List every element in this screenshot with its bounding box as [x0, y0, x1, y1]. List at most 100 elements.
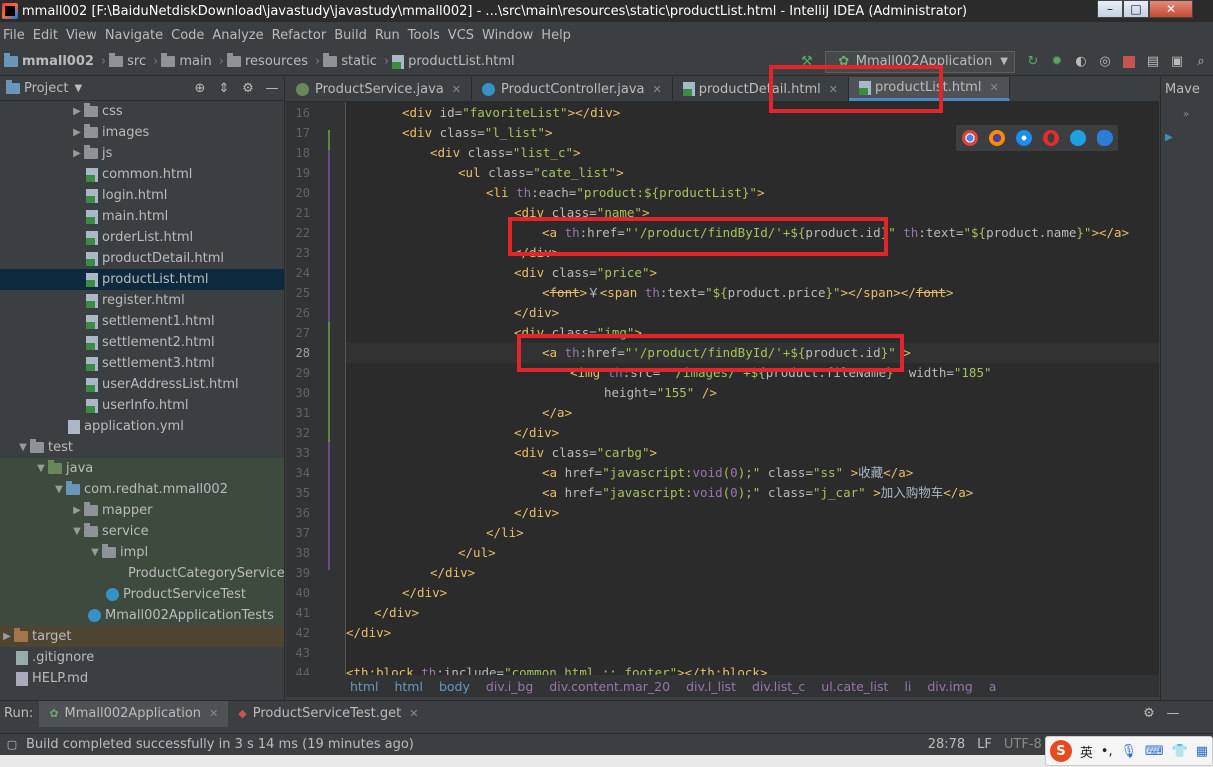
project-tree-item[interactable]: ▼ service	[0, 521, 284, 542]
chevron-down-icon[interactable]: ▼	[16, 442, 30, 453]
code-line[interactable]: height="155" />	[346, 383, 1159, 403]
project-tree-item[interactable]: register.html	[0, 290, 284, 311]
code-line[interactable]: </div>	[346, 303, 1159, 323]
code-line[interactable]: <li th:each="product:${productList}">	[346, 183, 1159, 203]
editor-tab[interactable]: productDetail.html ✕	[673, 77, 849, 101]
menu-item-analyze[interactable]: Analyze	[209, 28, 268, 43]
sogou-icon[interactable]: S	[1049, 740, 1072, 762]
project-tree-item[interactable]: productDetail.html	[0, 248, 284, 269]
editor-tab[interactable]: ProductService.java ✕	[286, 77, 472, 101]
project-tree-item[interactable]: ▶ mapper	[0, 500, 284, 521]
code-line[interactable]: </ul>	[346, 543, 1159, 563]
html-breadcrumb-item[interactable]: div.img	[927, 679, 972, 694]
project-tree-item[interactable]: ▶ target	[0, 626, 284, 647]
menu-item-vcs[interactable]: VCS	[445, 28, 479, 43]
close-button[interactable]: ✕	[1149, 0, 1193, 18]
expand-icon[interactable]: »	[1161, 102, 1213, 127]
code-line[interactable]: <div class="carbg">	[346, 443, 1159, 463]
chevron-right-icon[interactable]: ▶	[70, 127, 84, 138]
project-title[interactable]: Project	[24, 81, 68, 96]
nav-crumb[interactable]: productList.html	[392, 54, 515, 69]
menu-item-code[interactable]: Code	[168, 28, 209, 43]
code-line[interactable]: </div>	[346, 603, 1159, 623]
html-breadcrumb-item[interactable]: a	[989, 679, 997, 694]
chevron-right-icon[interactable]: ▶	[70, 148, 84, 159]
code-line[interactable]: <font>￥<span th:text="${product.price}">…	[346, 283, 1159, 303]
project-tree-item[interactable]: ProductCategoryService	[0, 563, 284, 584]
run-tab[interactable]: ✿ Mmall002Application ✕	[39, 700, 229, 727]
internet-explorer-icon[interactable]	[1069, 130, 1086, 146]
project-tree-item[interactable]: orderList.html	[0, 227, 284, 248]
chevron-right-icon[interactable]: ▶	[0, 631, 14, 642]
html-breadcrumb-item[interactable]: html	[394, 679, 422, 694]
chevron-right-icon[interactable]: ▶	[70, 106, 84, 117]
project-tree-item[interactable]: userInfo.html	[0, 395, 284, 416]
project-tree-item[interactable]: ▶ images	[0, 122, 284, 143]
html-breadcrumb-item[interactable]: div.i_bg	[486, 679, 533, 694]
maven-tab-label[interactable]: Mave	[1161, 77, 1213, 102]
panel-toggle-icon[interactable]: ▢	[2, 735, 22, 755]
project-structure-icon[interactable]: ▤	[1143, 52, 1163, 72]
search-icon[interactable]: ⌕	[1191, 52, 1211, 72]
chevron-right-icon[interactable]: ▶	[70, 505, 84, 516]
opera-icon[interactable]	[1042, 130, 1059, 146]
rerun-icon[interactable]: ↻	[1023, 52, 1043, 72]
code-line[interactable]: </div>	[346, 503, 1159, 523]
nav-crumb[interactable]: static	[323, 53, 377, 69]
editor-tab[interactable]: productList.html ✕	[848, 77, 1010, 101]
html-breadcrumb-item[interactable]: ul.cate_list	[821, 679, 888, 694]
editor-tab[interactable]: ProductController.java ✕	[472, 77, 673, 101]
nav-crumb[interactable]: src	[109, 53, 146, 69]
cursor-position[interactable]: 28:78	[928, 737, 965, 752]
terminal-icon[interactable]: ▣	[1167, 52, 1187, 72]
run-tab[interactable]: ◆ ProductServiceTest.get ✕	[228, 701, 428, 727]
project-tree-item[interactable]: settlement3.html	[0, 353, 284, 374]
menu-item-build[interactable]: Build	[331, 28, 372, 43]
close-tab-icon[interactable]: ✕	[409, 707, 418, 720]
project-tree-item[interactable]: ▼ java	[0, 458, 284, 479]
project-tree-item[interactable]: ▼ com.redhat.mmall002	[0, 479, 284, 500]
gear-icon[interactable]: ⚙	[238, 79, 258, 99]
gear-icon[interactable]: ⚙	[1139, 704, 1159, 724]
project-tree-item[interactable]: ▼ impl	[0, 542, 284, 563]
close-tab-icon[interactable]: ✕	[829, 83, 838, 96]
code-editor[interactable]: 16 17 18 19 20 21 22 23 24 25 26 27 28 29 30 31 32 33 34 35…	[286, 102, 1159, 675]
project-tree-item[interactable]: ProductServiceTest	[0, 584, 284, 605]
code-line[interactable]: <img th:src="'/images/'+${product.fileNa…	[346, 363, 1159, 383]
project-tree-item[interactable]: userAddressList.html	[0, 374, 284, 395]
close-tab-icon[interactable]: ✕	[989, 81, 998, 94]
grid-icon[interactable]: ▦	[1196, 744, 1208, 759]
hide-icon[interactable]: —	[1163, 704, 1183, 724]
code-line[interactable]: </li>	[346, 523, 1159, 543]
safari-icon[interactable]	[1015, 130, 1032, 146]
project-tree-item[interactable]: ▶ css	[0, 101, 284, 122]
skin-icon[interactable]: 👕	[1172, 744, 1188, 759]
menu-item-tools[interactable]: Tools	[405, 28, 445, 43]
project-tree-item[interactable]: common.html	[0, 164, 284, 185]
debug-icon[interactable]: ✹	[1047, 52, 1067, 72]
menu-item-view[interactable]: View	[63, 28, 102, 43]
chevron-down-icon[interactable]: ▼	[70, 526, 84, 537]
firefox-icon[interactable]	[988, 130, 1005, 146]
menu-item-run[interactable]: Run	[372, 28, 405, 43]
code-line[interactable]: </a>	[346, 403, 1159, 423]
line-separator[interactable]: LF	[977, 737, 992, 752]
menu-item-edit[interactable]: Edit	[30, 28, 63, 43]
tree-arrow-icon[interactable]: ▶	[1161, 127, 1213, 147]
hide-icon[interactable]: —	[262, 79, 282, 99]
code-line[interactable]: <a th:href="'/product/findById/'+${produ…	[346, 223, 1159, 243]
project-tree-item[interactable]: main.html	[0, 206, 284, 227]
nav-crumb[interactable]: main	[161, 53, 212, 69]
project-tree-item[interactable]: ▼ test	[0, 437, 284, 458]
profile-icon[interactable]: ◎	[1095, 52, 1115, 72]
project-tree-item[interactable]: ▶ js	[0, 143, 284, 164]
html-breadcrumb-item[interactable]: div.list_c	[752, 679, 805, 694]
code-line[interactable]: <a href="javascript:void(0);" class="ss"…	[346, 463, 1159, 483]
coverage-icon[interactable]: ◐	[1071, 52, 1091, 72]
project-tree-item[interactable]: settlement2.html	[0, 332, 284, 353]
code-line[interactable]: </div>	[346, 423, 1159, 443]
build-hammer-icon[interactable]: ⚒	[797, 52, 817, 72]
chevron-down-icon[interactable]: ▼	[74, 83, 82, 94]
code-line[interactable]: </div>	[346, 243, 1159, 263]
menu-item-refactor[interactable]: Refactor	[269, 28, 332, 43]
